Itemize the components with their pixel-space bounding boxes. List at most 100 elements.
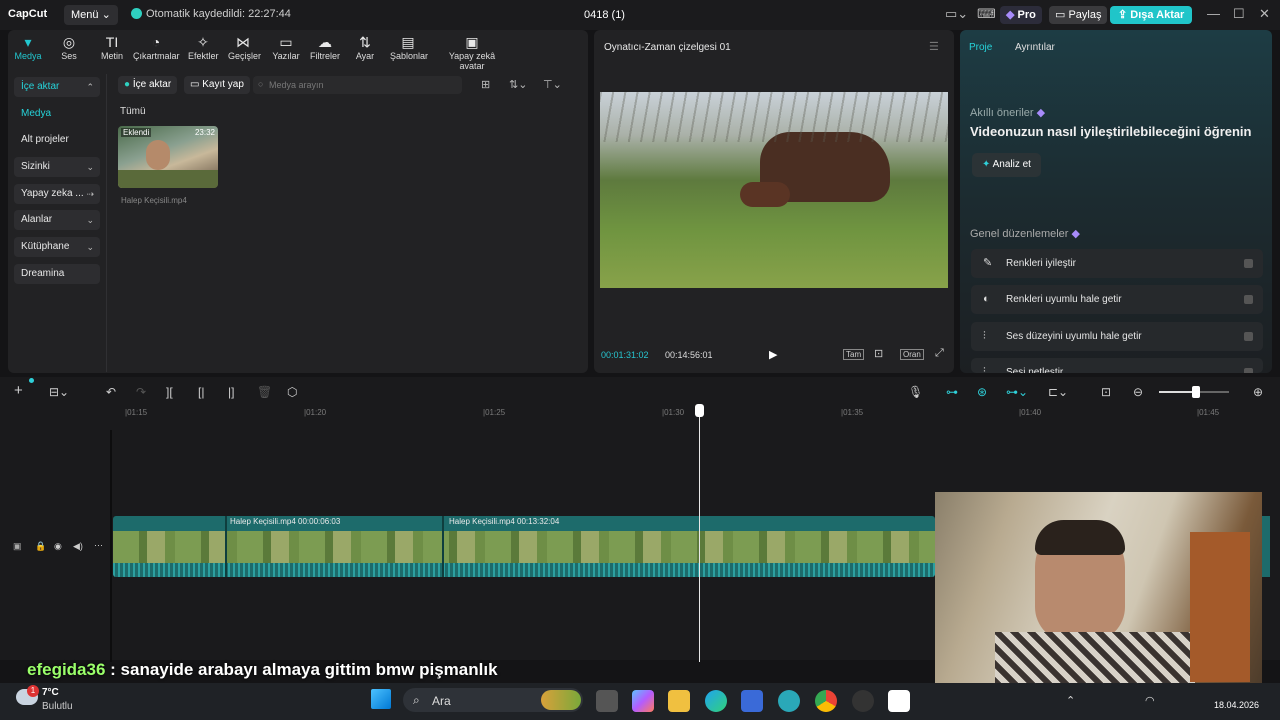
tab-project[interactable]: Proje	[969, 42, 992, 53]
toggle[interactable]	[1244, 295, 1253, 304]
sidebar-item-2[interactable]: Medya	[14, 104, 100, 124]
delete-icon[interactable]: 🗑	[257, 385, 272, 399]
share-button[interactable]: ▭ Paylaş	[1049, 6, 1108, 24]
general-edit-row[interactable]: ◐ Renkleri uyumlu hale getir	[971, 285, 1263, 314]
tool-1[interactable]: ▾ Medya	[10, 34, 46, 61]
filter-icon[interactable]: ⊤⌄	[543, 78, 562, 91]
menu-button[interactable]: Menü ⌄	[64, 5, 118, 25]
link-icon[interactable]: ⊶	[946, 385, 958, 399]
play-icon[interactable]: ▶	[769, 348, 777, 361]
minimize-icon[interactable]: —	[1207, 6, 1220, 21]
ratio-button[interactable]: Oran	[900, 349, 924, 360]
layout-icon[interactable]: ▭⌄	[945, 6, 968, 22]
app-icon[interactable]	[778, 690, 800, 712]
toggle[interactable]	[1244, 332, 1253, 341]
chevron-up-icon[interactable]: ⌃	[1066, 694, 1075, 707]
keyboard-icon[interactable]: ⌨	[977, 6, 996, 22]
microphone-icon[interactable]: 🎙	[908, 385, 923, 399]
tool-9[interactable]: ⇅ Ayar	[354, 34, 376, 61]
speaker-icon[interactable]: ◀)	[73, 541, 83, 552]
general-edit-label: Renkleri uyumlu hale getir	[1006, 294, 1122, 305]
filter-all[interactable]: Tümü	[120, 106, 146, 117]
zoom-in-icon[interactable]: ⊕	[1253, 385, 1263, 399]
import-button[interactable]: ● İçe aktar	[118, 76, 178, 94]
undo-icon[interactable]: ↶	[106, 385, 116, 399]
sidebar-item-3[interactable]: Alt projeler	[14, 130, 100, 150]
close-icon[interactable]: ✕	[1259, 6, 1270, 22]
snap-icon[interactable]: ⊶⌄	[1006, 385, 1028, 399]
zoom-out-icon[interactable]: ⊖	[1133, 385, 1143, 399]
video-preview[interactable]	[600, 92, 948, 288]
sidebar-item-1[interactable]: İçe aktar ⌃	[14, 77, 100, 97]
sidebar-item-6[interactable]: Alanlar ⌄	[14, 210, 100, 230]
sort-icon[interactable]: ⇅⌄	[509, 78, 527, 91]
wifi-icon[interactable]: ◠	[1145, 694, 1155, 707]
tool-2[interactable]: ◎ Ses	[54, 34, 84, 61]
tool-6[interactable]: ⋈ Geçişler	[228, 34, 261, 61]
sidebar-item-label: Alanlar	[21, 214, 53, 225]
playhead[interactable]	[699, 404, 700, 662]
more-icon[interactable]: ⋯	[94, 540, 103, 551]
tool-10[interactable]: ▤ Şablonlar	[390, 34, 428, 61]
export-button[interactable]: ⇪ Dışa Aktar	[1110, 6, 1193, 24]
tool-4[interactable]: ◔ Çıkartmalar	[133, 34, 180, 61]
trim-left-icon[interactable]: [|	[198, 385, 204, 399]
trim-right-icon[interactable]: |]	[228, 385, 234, 399]
capcut-taskbar-icon[interactable]	[888, 690, 910, 712]
fullscreen-icon[interactable]: ⤢	[935, 347, 944, 360]
sidebar-item-4[interactable]: Sizinki ⌄	[14, 157, 100, 177]
lock-icon[interactable]: 🔒	[35, 541, 46, 552]
fit-timeline-icon[interactable]: ⊡	[1101, 385, 1111, 399]
sidebar-item-5[interactable]: Yapay zeka ... ⇢	[14, 184, 100, 204]
person-figure	[146, 140, 170, 170]
media-clip-thumbnail[interactable]: Eklendi 23:32	[118, 126, 218, 188]
trees-shape	[600, 92, 948, 142]
full-quality-button[interactable]: Tam	[843, 349, 865, 360]
tool-7[interactable]: ▭ Yazılar	[271, 34, 301, 61]
cover-icon[interactable]: ▣	[13, 541, 22, 552]
tool-5[interactable]: ✧ Efektler	[188, 34, 219, 61]
zoom-slider-handle[interactable]	[1192, 386, 1200, 398]
chevron-icon: ⌄	[86, 215, 94, 225]
pro-button[interactable]: ◆ Pro	[1000, 6, 1042, 24]
media-search-input[interactable]: Medya arayın	[253, 76, 462, 94]
edge-icon[interactable]	[705, 690, 727, 712]
general-edit-row[interactable]: ⫶ Ses düzeyini uyumlu hale getir	[971, 322, 1263, 351]
split-icon[interactable]: ][	[166, 385, 173, 399]
layout-select-icon[interactable]: ⊟⌄	[49, 385, 69, 399]
windows-start-icon[interactable]	[371, 689, 391, 709]
store-icon[interactable]	[741, 690, 763, 712]
analyze-button[interactable]: ✦ Analiz et	[972, 153, 1041, 177]
toggle[interactable]	[1244, 259, 1253, 268]
share-icon: ▭	[1055, 9, 1069, 21]
tool-11[interactable]: ▣ Yapay zekâ avatar	[436, 34, 508, 71]
magnet-icon[interactable]: ⊛	[977, 385, 987, 399]
obs-icon[interactable]	[852, 690, 874, 712]
notification-dot	[29, 378, 34, 383]
kid-goat-figure	[740, 182, 790, 207]
general-edit-row[interactable]: ⫶ Sesi netleştir	[971, 358, 1263, 373]
marker-icon[interactable]: ⬡	[287, 385, 297, 399]
file-explorer-icon[interactable]	[668, 690, 690, 712]
zoom-fit-icon[interactable]: ⊡	[874, 347, 883, 360]
sidebar-item-7[interactable]: Kütüphane ⌄	[14, 237, 100, 257]
general-edit-row[interactable]: ✎ Renkleri iyileştir	[971, 249, 1263, 278]
chat-message: efegida36 : sanayide arabayı almaya gitt…	[27, 660, 498, 680]
tool-8[interactable]: ☁ Filtreler	[310, 34, 340, 61]
copilot-icon[interactable]	[632, 690, 654, 712]
preview-axis-icon[interactable]: ⊏⌄	[1048, 385, 1068, 399]
sidebar-item-8[interactable]: Dreamina	[14, 264, 100, 284]
player-menu-icon[interactable]: ☰	[929, 40, 939, 53]
record-button[interactable]: ▭ Kayıt yap	[184, 76, 250, 94]
toggle[interactable]	[1244, 368, 1253, 373]
grid-view-icon[interactable]: ⊞	[481, 78, 490, 91]
eye-icon[interactable]: ◉	[54, 541, 62, 552]
tab-details[interactable]: Ayrıntılar	[1015, 42, 1055, 53]
tool-3[interactable]: TI Metin	[97, 34, 127, 61]
add-icon[interactable]: +	[14, 382, 23, 399]
task-view-icon[interactable]	[596, 690, 618, 712]
maximize-icon[interactable]: ☐	[1233, 6, 1245, 22]
playhead-handle[interactable]	[695, 404, 704, 417]
redo-icon[interactable]: ↷	[136, 385, 146, 399]
chrome-icon[interactable]	[815, 690, 837, 712]
